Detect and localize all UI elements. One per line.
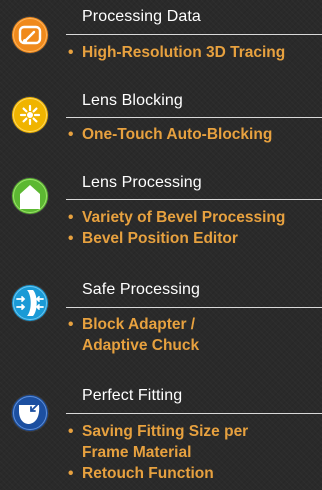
bullet-item: • High-Resolution 3D Tracing — [68, 44, 286, 61]
feature-title: Safe Processing — [82, 281, 201, 298]
bullet-dot: • — [68, 44, 74, 61]
bullet-dot: • — [68, 316, 74, 333]
bullet-item: • Retouch Function — [68, 465, 214, 482]
bullet-item: • Saving Fitting Size per Frame Material — [68, 423, 249, 461]
bullet-dot: • — [68, 230, 74, 247]
bullet-dot: • — [68, 209, 74, 226]
fitting-icon — [12, 395, 48, 431]
divider — [66, 34, 322, 35]
bullet-dot: • — [68, 465, 74, 482]
feature-title: Lens Processing — [82, 174, 202, 191]
bullet-list: • High-Resolution 3D Tracing — [68, 42, 285, 63]
bullet-item: • Variety of Bevel Processing — [68, 209, 286, 226]
bullet-item: • Block Adapter / Adaptive Chuck — [68, 316, 200, 354]
bullet-list: • Variety of Bevel Processing • Bevel Po… — [68, 207, 285, 249]
divider — [66, 307, 322, 308]
bullet-list: • One-Touch Auto-Blocking — [68, 124, 272, 145]
bullet-item: • One-Touch Auto-Blocking — [68, 126, 273, 143]
tracing-icon — [12, 17, 48, 53]
feature-title: Perfect Fitting — [82, 387, 183, 404]
divider — [66, 117, 322, 118]
bullet-list: • Block Adapter / Adaptive Chuck — [68, 314, 199, 356]
divider — [66, 199, 322, 200]
feature-title: Lens Blocking — [82, 92, 183, 109]
divider — [66, 413, 322, 414]
bullet-list: • Saving Fitting Size per Frame Material… — [68, 421, 248, 484]
chuck-icon — [12, 285, 48, 321]
feature-title: Processing Data — [82, 8, 201, 25]
blocking-icon — [12, 97, 48, 133]
bullet-dot: • — [68, 423, 74, 440]
bullet-item: • Bevel Position Editor — [68, 230, 238, 247]
bullet-dot: • — [68, 126, 74, 143]
bevel-icon — [12, 178, 48, 214]
